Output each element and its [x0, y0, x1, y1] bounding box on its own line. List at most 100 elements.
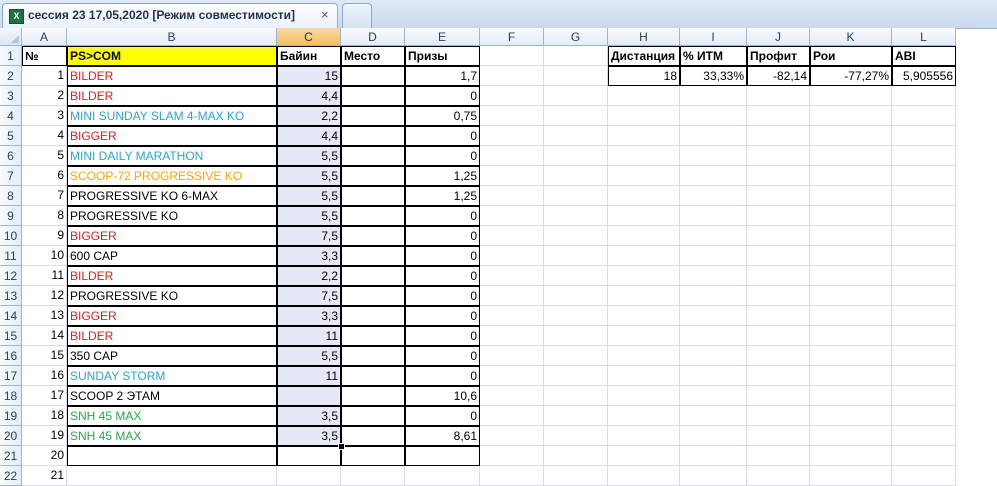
cell-h6[interactable]: [608, 146, 680, 166]
fill-handle[interactable]: [338, 443, 345, 450]
cell-j11[interactable]: [747, 246, 810, 266]
cell-f13[interactable]: [480, 286, 544, 306]
cell-k8[interactable]: [810, 186, 892, 206]
prize-value[interactable]: 0: [405, 346, 480, 366]
cell-l11[interactable]: [892, 246, 956, 266]
row-number[interactable]: 15: [22, 346, 67, 366]
cell-f7[interactable]: [480, 166, 544, 186]
cell-i9[interactable]: [680, 206, 747, 226]
cell-g22[interactable]: [544, 466, 608, 486]
cell-h14[interactable]: [608, 306, 680, 326]
cell-j13[interactable]: [747, 286, 810, 306]
place-value[interactable]: [341, 426, 405, 446]
row-header-4[interactable]: 4: [0, 106, 22, 126]
row-header-9[interactable]: 9: [0, 206, 22, 226]
row-number[interactable]: 10: [22, 246, 67, 266]
stat-label[interactable]: % ИТМ: [680, 46, 747, 66]
select-all-corner[interactable]: [0, 28, 22, 46]
prize-value[interactable]: 0: [405, 286, 480, 306]
cell-l4[interactable]: [892, 106, 956, 126]
header-buyin[interactable]: Байин: [277, 46, 341, 66]
row-number[interactable]: 18: [22, 406, 67, 426]
cell-g11[interactable]: [544, 246, 608, 266]
close-icon[interactable]: ×: [321, 7, 329, 22]
cell-k12[interactable]: [810, 266, 892, 286]
cell-h17[interactable]: [608, 366, 680, 386]
cell-f10[interactable]: [480, 226, 544, 246]
cell-l14[interactable]: [892, 306, 956, 326]
buyin-value[interactable]: 11: [277, 366, 341, 386]
cell-j6[interactable]: [747, 146, 810, 166]
prize-value[interactable]: 0: [405, 366, 480, 386]
prize-value[interactable]: 1,25: [405, 166, 480, 186]
cell-k4[interactable]: [810, 106, 892, 126]
prize-value[interactable]: 0: [405, 406, 480, 426]
cell-j17[interactable]: [747, 366, 810, 386]
header-name[interactable]: PS>COM: [67, 46, 277, 66]
cell-j16[interactable]: [747, 346, 810, 366]
buyin-value[interactable]: 5,5: [277, 206, 341, 226]
cell-f12[interactable]: [480, 266, 544, 286]
cell-k11[interactable]: [810, 246, 892, 266]
cell-j15[interactable]: [747, 326, 810, 346]
new-tab-button[interactable]: [342, 3, 372, 28]
buyin-value[interactable]: 5,5: [277, 346, 341, 366]
column-header-b[interactable]: B: [67, 28, 277, 46]
place-value[interactable]: [341, 166, 405, 186]
row-header-14[interactable]: 14: [0, 306, 22, 326]
cell-g16[interactable]: [544, 346, 608, 366]
tournament-name[interactable]: SNH 45 MAX: [67, 406, 277, 426]
cell-f5[interactable]: [480, 126, 544, 146]
cell-i12[interactable]: [680, 266, 747, 286]
column-header-d[interactable]: D: [341, 28, 405, 46]
tournament-name[interactable]: [67, 446, 277, 466]
row-number[interactable]: 4: [22, 126, 67, 146]
place-value[interactable]: [341, 226, 405, 246]
cell-h9[interactable]: [608, 206, 680, 226]
cell-l17[interactable]: [892, 366, 956, 386]
row-header-7[interactable]: 7: [0, 166, 22, 186]
column-header-h[interactable]: H: [608, 28, 680, 46]
cell-k13[interactable]: [810, 286, 892, 306]
prize-value[interactable]: 8,61: [405, 426, 480, 446]
cell-j10[interactable]: [747, 226, 810, 246]
cell-g21[interactable]: [544, 446, 608, 466]
place-value[interactable]: [341, 66, 405, 86]
place-value[interactable]: [341, 126, 405, 146]
place-value[interactable]: [341, 266, 405, 286]
cell-h5[interactable]: [608, 126, 680, 146]
row-number[interactable]: 9: [22, 226, 67, 246]
cell-l15[interactable]: [892, 326, 956, 346]
cell-j5[interactable]: [747, 126, 810, 146]
cell-f15[interactable]: [480, 326, 544, 346]
tournament-name[interactable]: BIGGER: [67, 306, 277, 326]
row-header-6[interactable]: 6: [0, 146, 22, 166]
tournament-name[interactable]: BILDER: [67, 66, 277, 86]
cell-i21[interactable]: [680, 446, 747, 466]
cell-i13[interactable]: [680, 286, 747, 306]
cell-i6[interactable]: [680, 146, 747, 166]
cell-c22[interactable]: [277, 466, 341, 486]
cell-f17[interactable]: [480, 366, 544, 386]
column-header-i[interactable]: I: [680, 28, 747, 46]
cell-f4[interactable]: [480, 106, 544, 126]
cell-d22[interactable]: [341, 466, 405, 486]
buyin-value[interactable]: 7,5: [277, 286, 341, 306]
cell-f1[interactable]: [480, 46, 544, 66]
cell-f2[interactable]: [480, 66, 544, 86]
row-header-19[interactable]: 19: [0, 406, 22, 426]
prize-value[interactable]: 1,25: [405, 186, 480, 206]
buyin-value[interactable]: 3,3: [277, 306, 341, 326]
cell-k17[interactable]: [810, 366, 892, 386]
row-header-18[interactable]: 18: [0, 386, 22, 406]
row-header-13[interactable]: 13: [0, 286, 22, 306]
cell-i20[interactable]: [680, 426, 747, 446]
buyin-value[interactable]: 5,5: [277, 186, 341, 206]
cell-h8[interactable]: [608, 186, 680, 206]
cell-l21[interactable]: [892, 446, 956, 466]
buyin-value[interactable]: 15: [277, 66, 341, 86]
column-header-k[interactable]: K: [810, 28, 892, 46]
cell-h20[interactable]: [608, 426, 680, 446]
cell-g4[interactable]: [544, 106, 608, 126]
cell-k6[interactable]: [810, 146, 892, 166]
